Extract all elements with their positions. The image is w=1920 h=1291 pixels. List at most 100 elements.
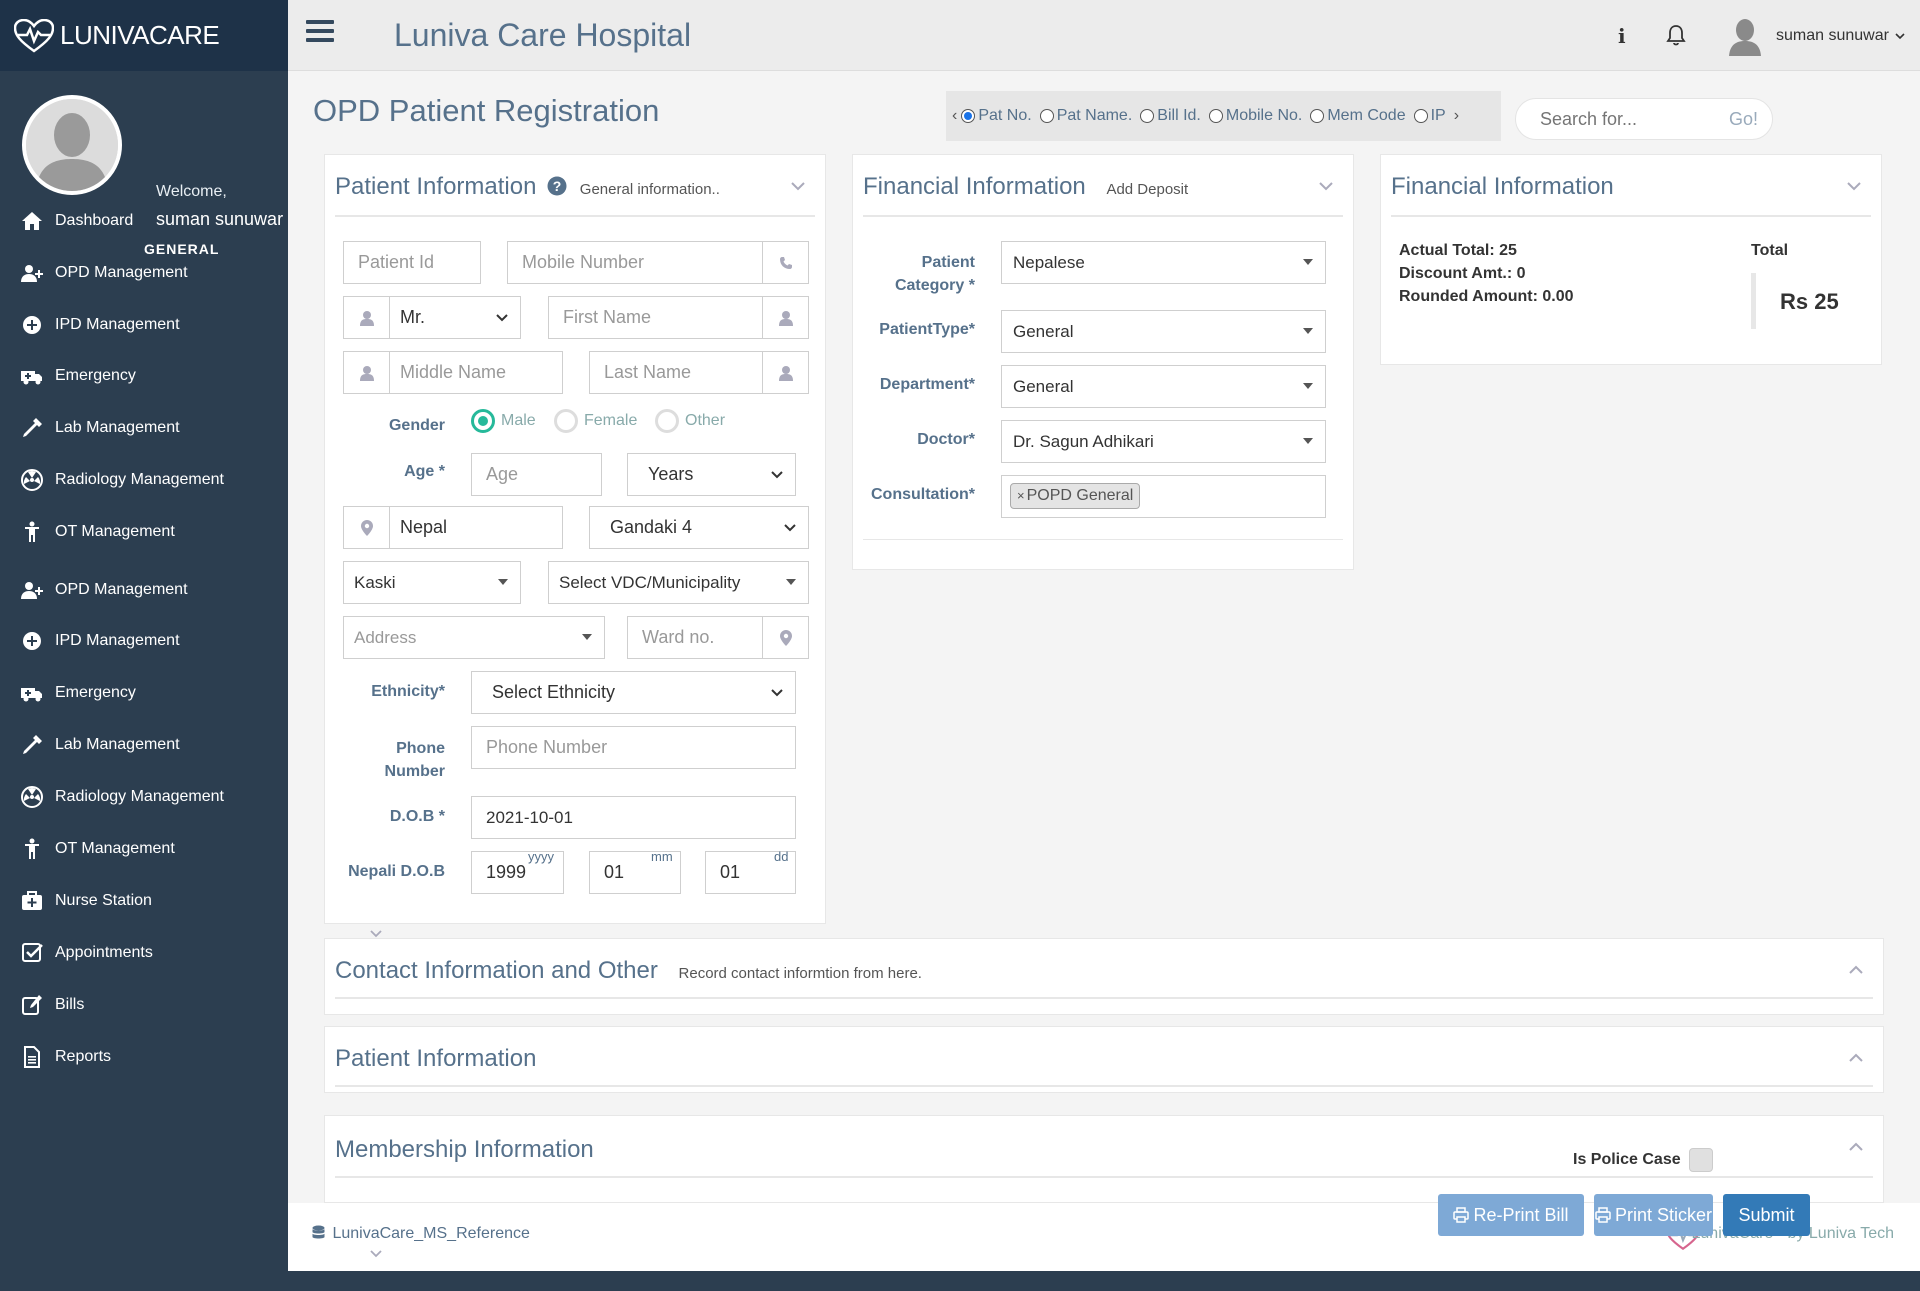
chevron-down-icon <box>496 314 508 322</box>
municipality-select[interactable]: Select VDC/Municipality <box>548 561 809 604</box>
sidebar-item-lab-management[interactable]: Lab Management <box>0 403 288 453</box>
submit-button[interactable]: Submit <box>1723 1194 1810 1236</box>
first-name-input[interactable]: First Name <box>548 296 809 339</box>
sidebar-item-ot-management[interactable]: OT Management <box>0 507 288 557</box>
phone-number-label: Phone Number <box>384 740 445 780</box>
main-content: OPD Patient Registration ‹ Pat No. Pat Na… <box>288 71 1920 1271</box>
search-option-ip[interactable]: IP <box>1413 107 1446 125</box>
last-name-input[interactable]: Last Name <box>589 351 809 394</box>
user-avatar-icon[interactable] <box>1728 18 1762 56</box>
file-icon <box>17 1045 47 1069</box>
search-go-button[interactable]: Go! <box>1729 109 1758 130</box>
sidebar-item-ipd-management[interactable]: IPD Management <box>0 616 288 666</box>
patient-id-input[interactable]: Patient Id <box>343 241 481 284</box>
expand-chevron-icon[interactable] <box>1849 1140 1863 1154</box>
ethnicity-select[interactable]: Select Ethnicity <box>471 671 796 714</box>
footer-chevron-icon[interactable] <box>370 1249 382 1259</box>
search-options-prev-icon[interactable]: ‹ <box>952 107 957 125</box>
patient-info-title: Patient Information <box>335 173 537 200</box>
patient-category-label: Patient Category * <box>894 254 975 294</box>
gender-other-radio[interactable]: Other <box>655 409 725 433</box>
reprint-bill-button[interactable]: Re-Print Bill <box>1438 1194 1584 1236</box>
consultation-multiselect[interactable]: × POPD General <box>1001 475 1326 518</box>
eyedropper-icon <box>17 416 47 440</box>
nepali-dob-label: Nepali D.O.B <box>348 863 445 880</box>
search-option-mem-code[interactable]: Mem Code <box>1310 107 1406 125</box>
country-input[interactable]: Nepal <box>343 506 563 549</box>
police-case-label: Is Police Case <box>1573 1151 1681 1168</box>
department-select[interactable]: General <box>1001 365 1326 408</box>
sidebar-item-radiology-management[interactable]: Radiology Management <box>0 772 288 822</box>
search-option-pat-no[interactable]: Pat No. <box>961 107 1032 125</box>
search-options-next-icon[interactable]: › <box>1454 107 1459 125</box>
add-deposit-link[interactable]: Add Deposit <box>1106 181 1188 198</box>
mobile-number-input[interactable]: Mobile Number <box>507 241 809 284</box>
sidebar-item-opd-management[interactable]: OPD Management <box>0 565 288 615</box>
patient-info-subtitle: General information.. <box>579 181 720 198</box>
top-bar: Luniva Care Hospital i suman sunuwar <box>288 0 1920 71</box>
expand-chevron-icon[interactable] <box>1849 963 1863 977</box>
search-option-bill-id[interactable]: Bill Id. <box>1140 107 1201 125</box>
province-select[interactable]: Gandaki 4 <box>589 506 809 549</box>
plus-circle-icon <box>17 313 47 337</box>
tag-remove-icon[interactable]: × <box>1017 488 1025 503</box>
phone-number-input[interactable]: Phone Number <box>471 726 796 769</box>
search-option-mobile-no[interactable]: Mobile No. <box>1208 107 1302 125</box>
district-select[interactable]: Kaski <box>343 561 521 604</box>
collapse-chevron-icon[interactable] <box>1847 179 1861 193</box>
patient-info-header: Patient Information ? General informatio… <box>335 155 815 217</box>
print-sticker-button[interactable]: Print Sticker <box>1594 1194 1713 1236</box>
collapse-chevron-icon[interactable] <box>1319 179 1333 193</box>
sidebar-item-dashboard[interactable]: Dashboard <box>0 196 288 246</box>
doctor-label: Doctor* <box>917 431 975 448</box>
sidebar-item-reports[interactable]: Reports <box>0 1032 288 1082</box>
sidebar-item-label: Appointments <box>55 944 153 961</box>
salutation-select[interactable]: Mr. <box>343 296 521 339</box>
menu-toggle-icon[interactable] <box>306 20 334 46</box>
sidebar-item-label: IPD Management <box>55 632 180 649</box>
info-icon[interactable]: i <box>1618 24 1626 48</box>
sidebar-item-lab-management[interactable]: Lab Management <box>0 720 288 770</box>
heartbeat-logo-icon <box>14 18 54 53</box>
search-option-pat-name[interactable]: Pat Name. <box>1039 107 1132 125</box>
sidebar-item-radiology-management[interactable]: Radiology Management <box>0 455 288 505</box>
patient-info-collapsed-panel: Patient Information <box>324 1026 1884 1093</box>
age-unit-select[interactable]: Years <box>627 453 796 496</box>
gender-male-radio[interactable]: Male <box>471 409 536 433</box>
expand-chevron-icon[interactable] <box>1849 1051 1863 1065</box>
chevron-down-icon <box>771 471 783 479</box>
financial-summary-title: Financial Information <box>1391 173 1614 200</box>
gender-female-radio[interactable]: Female <box>554 409 637 433</box>
sidebar-item-opd-management[interactable]: OPD Management <box>0 248 288 298</box>
sidebar-item-ipd-management[interactable]: IPD Management <box>0 300 288 350</box>
patient-category-select[interactable]: Nepalese <box>1001 241 1326 284</box>
collapse-chevron-icon[interactable] <box>791 179 805 193</box>
sidebar-item-bills[interactable]: Bills <box>0 980 288 1030</box>
sidebar-item-emergency[interactable]: Emergency <box>0 668 288 718</box>
user-menu[interactable]: suman sunuwar <box>1776 27 1905 45</box>
sidebar-item-ot-management[interactable]: OT Management <box>0 824 288 874</box>
svg-text:?: ? <box>553 178 562 194</box>
doctor-select[interactable]: Dr. Sagun Adhikari <box>1001 420 1326 463</box>
search-input[interactable] <box>1540 108 1729 130</box>
police-case-checkbox[interactable] <box>1688 1148 1713 1172</box>
age-input[interactable]: Age <box>471 453 602 496</box>
ward-number-input[interactable]: Ward no. <box>627 616 809 659</box>
sidebar-item-appointments[interactable]: Appointments <box>0 928 288 978</box>
brand-bar: LUNIVACARE <box>0 0 288 71</box>
actual-total: Actual Total: 25 <box>1399 242 1517 259</box>
financial-summary-panel: Financial Information Actual Total: 25 D… <box>1380 154 1882 365</box>
financial-form-panel: Financial Information Add Deposit Patien… <box>852 154 1354 570</box>
patient-type-select[interactable]: General <box>1001 310 1326 353</box>
dd-hint: dd <box>774 849 789 864</box>
sidebar-item-nurse-station[interactable]: Nurse Station <box>0 876 288 926</box>
address-select[interactable]: Address <box>343 616 605 659</box>
sidebar-item-emergency[interactable]: Emergency <box>0 351 288 401</box>
total-value: Rs 25 <box>1780 289 1839 314</box>
help-icon[interactable]: ? <box>547 176 567 196</box>
bell-icon[interactable] <box>1666 24 1686 51</box>
patient-info-collapsed-header: Patient Information <box>335 1027 1873 1087</box>
middle-name-input[interactable]: Middle Name <box>343 351 563 394</box>
brand-name[interactable]: LUNIVACARE <box>60 20 220 51</box>
dob-input[interactable]: 2021-10-01 <box>471 796 796 839</box>
